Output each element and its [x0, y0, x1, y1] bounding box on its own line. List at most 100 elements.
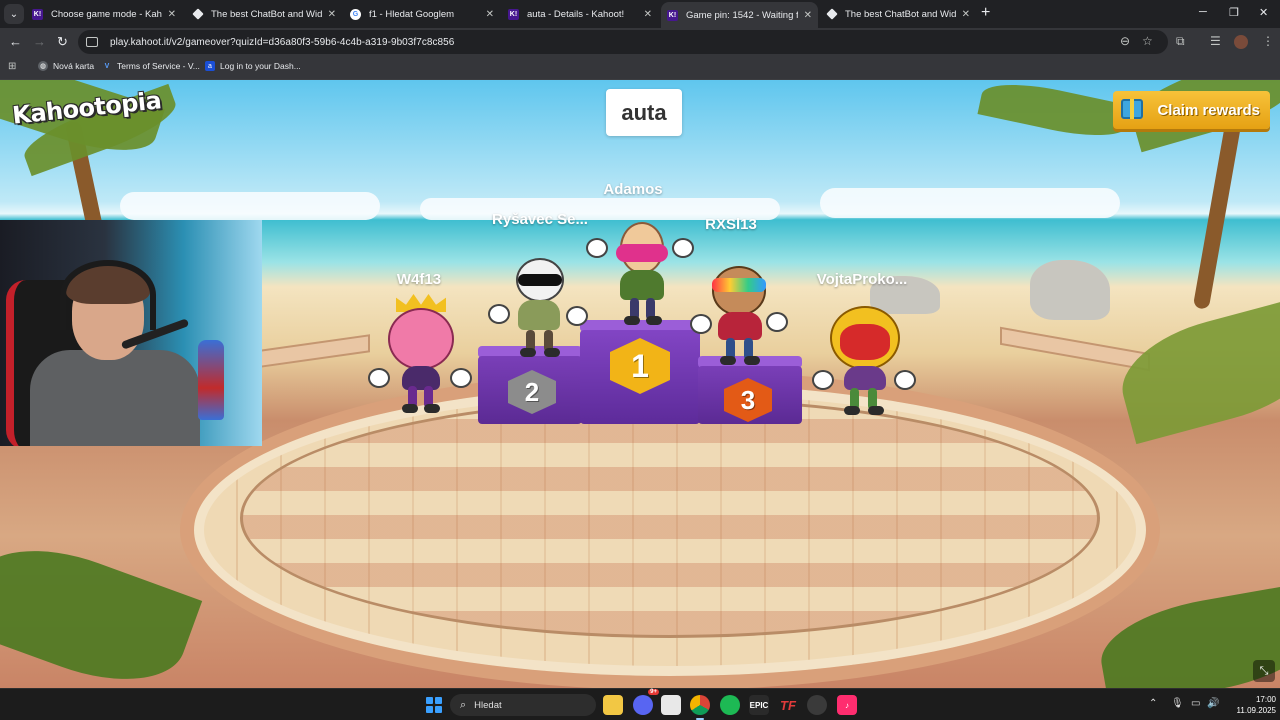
cloud	[120, 192, 380, 220]
plaza-wall	[260, 334, 370, 368]
clock-date: 11.09.2025	[1236, 706, 1276, 715]
restore-icon[interactable]: ❐	[1229, 6, 1239, 19]
browser-toolbar: ← → ↻ play.kahoot.it/v2/gameover?quizId=…	[0, 28, 1280, 56]
back-arrow-icon[interactable]: ←	[9, 34, 22, 50]
microphone-icon[interactable]: 🎙	[1171, 698, 1184, 709]
kahoot-favicon-icon: K!	[667, 9, 678, 21]
kahoot-favicon-icon: K!	[508, 8, 519, 20]
tab-title: Game pin: 1542 - Waiting for	[686, 9, 798, 21]
windows-taskbar: ⌕ Hledat 9+ EPIC TF ♪ ⌃ 🎙 ▭ 🔊 17:00 11.0…	[0, 688, 1280, 720]
fullscreen-toggle-icon[interactable]: ⤡	[1253, 660, 1275, 682]
cloud	[820, 188, 1120, 218]
streamer-shirt	[30, 350, 200, 446]
tab-chatbot-widgets-2[interactable]: The best ChatBot and Widgets ✕	[820, 2, 976, 26]
bookmark-terms-of-service[interactable]: V Terms of Service - V...	[102, 61, 200, 71]
palm-leaf	[977, 80, 1133, 146]
webcam-overlay	[0, 220, 262, 446]
tab-title: Choose game mode - Kahoot!	[51, 8, 162, 20]
close-tab-icon[interactable]: ✕	[168, 9, 176, 20]
zoom-icon[interactable]: ⊖	[1120, 34, 1130, 48]
close-tab-icon[interactable]: ✕	[644, 9, 652, 20]
water-bottle	[198, 340, 224, 420]
diamond-favicon-icon	[826, 9, 837, 20]
kahoot-favicon-icon: K!	[32, 8, 43, 20]
menu-kebab-icon[interactable]: ⋮	[1262, 34, 1274, 48]
address-bar[interactable]: play.kahoot.it/v2/gameover?quizId=d36a80…	[78, 30, 1168, 54]
network-icon[interactable]: ▭	[1191, 698, 1200, 709]
tab-title: The best ChatBot and Widgets	[845, 8, 956, 20]
apps-grid-icon[interactable]: ⊞	[8, 61, 16, 72]
taskbar-search[interactable]: ⌕ Hledat	[450, 694, 596, 716]
tab-title: f1 - Hledat Googlem	[369, 8, 455, 20]
search-icon: ⌕	[460, 698, 467, 711]
clock-time: 17:00	[1255, 695, 1276, 704]
epic-games-icon[interactable]: EPIC	[749, 695, 769, 715]
close-tab-icon[interactable]: ✕	[962, 9, 970, 20]
avatar-first-place	[586, 216, 696, 328]
spotify-icon[interactable]	[720, 695, 740, 715]
obs-icon[interactable]	[807, 695, 827, 715]
tray-overflow-icon[interactable]: ⌃	[1149, 698, 1157, 709]
close-tab-icon[interactable]: ✕	[328, 9, 336, 20]
rock	[1030, 260, 1110, 320]
bookmark-nova-karta[interactable]: ◍ Nová karta	[38, 61, 94, 71]
palm-trunk	[1192, 110, 1244, 310]
close-tab-icon[interactable]: ✕	[804, 10, 812, 21]
gift-icon	[1121, 99, 1143, 119]
tab-title: auta - Details - Kahoot!	[527, 8, 625, 20]
tab-game-pin-active[interactable]: K! Game pin: 1542 - Waiting for ✕	[661, 2, 818, 28]
avatar-third-place	[690, 264, 790, 365]
system-clock[interactable]: 17:00 11.09.2025	[1226, 694, 1276, 716]
url-text: play.kahoot.it/v2/gameover?quizId=d36a80…	[110, 36, 455, 48]
player-name-second: Ryšavec Se...	[492, 211, 588, 228]
tab-choose-game-mode[interactable]: K! Choose game mode - Kahoot! ✕	[26, 2, 182, 26]
close-tab-icon[interactable]: ✕	[486, 9, 494, 20]
player-name-first: Adamos	[603, 181, 663, 198]
claim-rewards-label: Claim rewards	[1157, 101, 1260, 119]
claim-rewards-button[interactable]: Claim rewards	[1113, 91, 1270, 129]
tiktok-icon[interactable]: ♪	[837, 695, 857, 715]
bookmark-label: Terms of Service - V...	[117, 61, 200, 71]
avatar-fourth-place	[366, 294, 476, 416]
bookmark-dashboard-login[interactable]: a Log in to your Dash...	[205, 61, 301, 71]
a-logo-icon: a	[205, 61, 215, 71]
tab-chatbot-widgets[interactable]: The best ChatBot and Widgets ✕	[186, 2, 342, 26]
bush	[1110, 295, 1280, 445]
tab-google-search[interactable]: G f1 - Hledat Googlem ✕	[344, 2, 500, 26]
reading-list-icon[interactable]: ☰	[1210, 34, 1221, 48]
close-window-icon[interactable]: ✕	[1259, 6, 1268, 19]
profile-avatar-icon[interactable]	[1234, 35, 1248, 49]
headset	[60, 260, 156, 330]
avatar-second-place	[488, 256, 588, 357]
tab-auta-details[interactable]: K! auta - Details - Kahoot! ✕	[502, 2, 658, 26]
site-info-icon[interactable]	[86, 37, 98, 47]
bush	[0, 525, 203, 688]
game-scene: Kahootopia auta Claim rewards Adamos Ryš…	[0, 80, 1280, 688]
plaza-center-circle	[240, 398, 1100, 638]
reload-icon[interactable]: ↻	[57, 34, 68, 50]
taskbar-search-placeholder: Hledat	[474, 699, 502, 711]
new-tab-button[interactable]: +	[981, 5, 990, 21]
discord-badge: 9+	[648, 689, 659, 695]
google-favicon-icon: G	[350, 8, 361, 20]
quiz-title: auta	[606, 89, 682, 136]
discord-icon[interactable]: 9+	[633, 689, 659, 715]
extensions-icon[interactable]: ⧉	[1176, 34, 1185, 48]
forward-arrow-icon[interactable]: →	[33, 34, 46, 50]
plaza-wall	[1000, 326, 1150, 372]
tf-app-icon[interactable]: TF	[778, 695, 798, 715]
file-explorer-icon[interactable]	[603, 695, 623, 715]
windows-start-icon[interactable]	[426, 697, 442, 713]
tab-strip: ⌄ K! Choose game mode - Kahoot! ✕ The be…	[0, 0, 1280, 28]
bookmarks-bar: ⊞ ◍ Nová karta V Terms of Service - V...…	[0, 56, 1280, 80]
bookmark-label: Nová karta	[53, 61, 95, 71]
tab-search-button[interactable]: ⌄	[4, 4, 24, 24]
volume-icon[interactable]: 🔊	[1207, 698, 1219, 709]
bookmark-label: Log in to your Dash...	[220, 61, 301, 71]
diamond-favicon-icon	[192, 9, 203, 20]
bookmark-star-icon[interactable]: ☆	[1142, 34, 1153, 48]
chrome-icon[interactable]	[690, 695, 710, 720]
snipping-tool-icon[interactable]	[661, 695, 681, 715]
minimize-icon[interactable]: ─	[1199, 6, 1207, 18]
avatar-fifth-place	[810, 306, 920, 418]
